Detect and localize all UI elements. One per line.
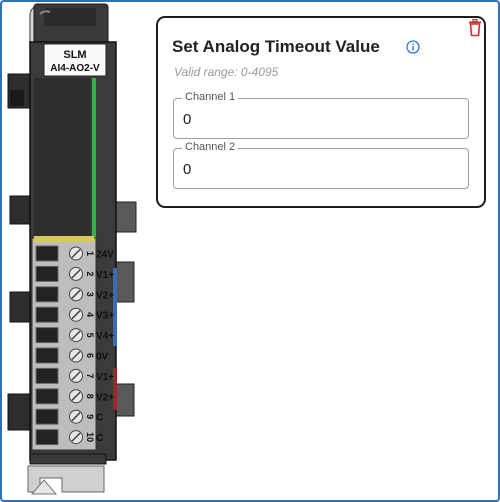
channel-1-field: Channel 1 bbox=[173, 91, 469, 139]
terminal-pin-number: 3 bbox=[85, 292, 95, 297]
wire-slot bbox=[35, 429, 59, 446]
wire-slot bbox=[35, 347, 59, 364]
terminal-pin-number: 5 bbox=[85, 333, 95, 338]
terminal-pin-number: 2 bbox=[85, 271, 95, 276]
terminal-label: V2+ bbox=[96, 392, 114, 403]
terminal-label: V2+ bbox=[96, 290, 114, 301]
terminal-pin-number: 6 bbox=[85, 353, 95, 358]
terminal-label: 24V bbox=[96, 250, 114, 261]
module-model: AI4-AO2-V bbox=[50, 63, 100, 74]
terminal-label: V4+ bbox=[96, 331, 114, 342]
terminal-label: 0V bbox=[96, 352, 109, 363]
wire-slot bbox=[35, 388, 59, 405]
channel-1-input[interactable] bbox=[183, 111, 453, 128]
status-led-strip bbox=[92, 78, 96, 238]
terminal-pin-number: 7 bbox=[85, 373, 95, 378]
channel-1-label: Channel 1 bbox=[182, 91, 239, 103]
io-module-illustration: SLM AI4-AO2-V 1 24V2 V1+3 V2+4 V3+5 V4+6 0V7 V1… bbox=[7, 3, 137, 495]
module-brand: SLM bbox=[63, 49, 86, 61]
terminal-label: V3+ bbox=[96, 311, 114, 322]
trash-icon[interactable] bbox=[467, 19, 483, 37]
terminal-pin-number: 4 bbox=[85, 312, 95, 317]
channel-2-field: Channel 2 bbox=[173, 141, 469, 189]
terminal-pin-number: 8 bbox=[85, 394, 95, 399]
wire-slot bbox=[35, 286, 59, 303]
wire-slot bbox=[35, 327, 59, 344]
terminal-pin-number: 9 bbox=[85, 414, 95, 419]
info-icon[interactable] bbox=[406, 40, 420, 54]
wire-slot bbox=[35, 245, 59, 262]
terminal-pin-number: 1 bbox=[85, 251, 95, 256]
wire-slot bbox=[35, 306, 59, 323]
timeout-dialog: Set Analog Timeout Value Valid range: 0-… bbox=[156, 16, 486, 208]
wire-slot bbox=[35, 367, 59, 384]
channel-2-input[interactable] bbox=[183, 161, 453, 178]
channel-2-label: Channel 2 bbox=[182, 141, 239, 153]
top-latch bbox=[29, 3, 109, 45]
bottom-latch bbox=[27, 453, 107, 495]
terminal-label: C bbox=[96, 413, 103, 424]
terminal-pin-number: 10 bbox=[85, 432, 95, 442]
terminal-label: V1+ bbox=[96, 270, 114, 281]
terminal-label: V1+ bbox=[96, 372, 114, 383]
dialog-title: Set Analog Timeout Value bbox=[172, 37, 380, 56]
wire-slot bbox=[35, 265, 59, 282]
valid-range-hint: Valid range: 0-4095 bbox=[174, 65, 279, 79]
terminal-label: C bbox=[96, 433, 103, 444]
wire-slot bbox=[35, 408, 59, 425]
